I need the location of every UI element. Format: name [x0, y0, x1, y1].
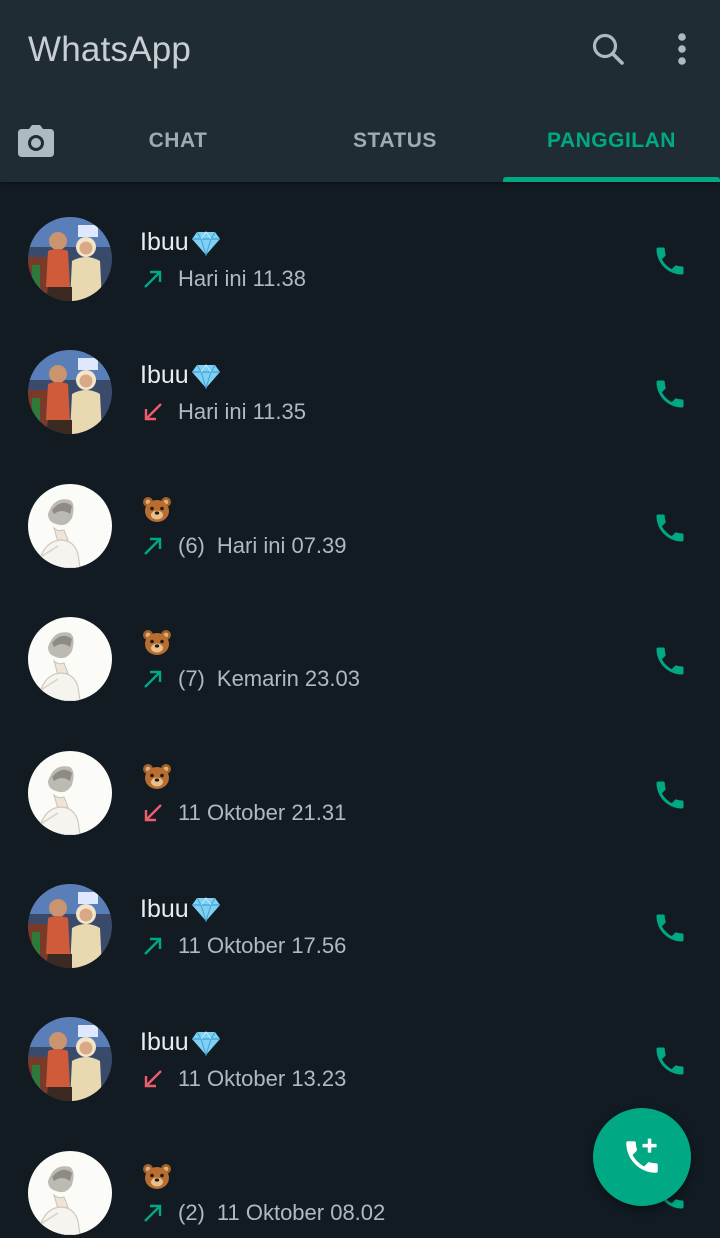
call-time: Hari ini 11.35 [178, 399, 306, 425]
voice-call-button[interactable] [650, 508, 690, 548]
call-count: (2) [178, 1199, 205, 1225]
outgoing-call-arrow-icon [142, 935, 164, 957]
outgoing-call-arrow-icon [142, 668, 164, 690]
contact-name: Ibuu [140, 228, 221, 257]
call-details: (7) Kemarin 23.03 [142, 666, 360, 692]
gem-emoji [191, 1030, 221, 1056]
phone-icon [656, 1047, 684, 1075]
phone-icon [656, 514, 684, 542]
avatar[interactable] [28, 350, 112, 435]
voice-call-button[interactable] [650, 775, 690, 815]
missed-call-arrow-icon [142, 802, 164, 824]
contact-name-text: Ibuu [140, 228, 189, 256]
bear-emoji [142, 1162, 172, 1190]
search-icon [592, 33, 624, 65]
voice-call-button[interactable] [650, 374, 690, 414]
call-count: (7) [178, 666, 205, 692]
search-button[interactable] [585, 26, 631, 72]
call-details: 11 Oktober 13.23 [142, 1066, 346, 1092]
contact-name: Ibuu [140, 895, 221, 924]
voice-call-button[interactable] [650, 908, 690, 948]
call-details: Hari ini 11.38 [142, 266, 306, 292]
bear-emoji [142, 762, 172, 790]
new-call-icon [626, 1138, 658, 1173]
call-time: 11 Oktober 13.23 [178, 1066, 347, 1092]
call-details: 11 Oktober 17.56 [142, 933, 346, 959]
more-options-icon [678, 33, 686, 65]
voice-call-button[interactable] [650, 641, 690, 681]
phone-icon [656, 380, 684, 408]
phone-icon [656, 781, 684, 809]
voice-call-button[interactable] [650, 1041, 690, 1081]
tab-calls[interactable]: PANGGILAN [503, 100, 720, 182]
call-log-item[interactable]: Ibuu Hari ini 11.38 [0, 182, 720, 315]
call-time: Hari ini 11.38 [178, 266, 306, 291]
contact-name: Ibuu [140, 361, 221, 390]
call-log-item[interactable]: (6) Hari ini 07.39 [0, 449, 720, 582]
call-details: 11 Oktober 21.31 [142, 800, 346, 826]
phone-icon [656, 647, 684, 675]
call-time: 11 Oktober 08.02 [216, 1199, 386, 1225]
contact-name [140, 762, 172, 790]
outgoing-call-arrow-icon [142, 1202, 164, 1224]
gem-emoji [191, 896, 221, 923]
avatar[interactable] [28, 617, 112, 702]
call-list[interactable]: Ibuu Hari ini 11.38 Ibuu Hari ini 11.35 … [0, 182, 720, 1238]
voice-call-button[interactable] [650, 241, 690, 281]
bear-emoji [142, 495, 172, 523]
gem-emoji [191, 363, 221, 389]
gem-emoji [191, 230, 221, 256]
call-time: 11 Oktober 17.56 [178, 932, 347, 958]
call-details: (6) Hari ini 07.39 [142, 533, 347, 559]
call-log-item[interactable]: (7) Kemarin 23.03 [0, 582, 720, 715]
call-log-item[interactable]: Ibuu 11 Oktober 13.23 [0, 982, 720, 1115]
outgoing-call-arrow-icon [142, 268, 164, 290]
more-options-button[interactable] [662, 26, 702, 72]
call-log-item[interactable]: Ibuu Hari ini 11.35 [0, 315, 720, 448]
top-app-bar: WhatsApp CHAT STATUS PANGGILAN [0, 0, 720, 182]
contact-name-text: Ibuu [140, 1028, 189, 1057]
avatar[interactable] [28, 750, 112, 835]
avatar[interactable] [28, 883, 112, 968]
contact-name [140, 1162, 172, 1190]
active-tab-indicator [503, 177, 720, 182]
contact-name-text: Ibuu [140, 361, 189, 390]
tab-camera[interactable] [0, 100, 72, 182]
contact-name [140, 628, 172, 656]
camera-icon [18, 125, 54, 157]
call-details: (2) 11 Oktober 08.02 [142, 1200, 385, 1226]
tab-status[interactable]: STATUS [287, 100, 503, 182]
outgoing-call-arrow-icon [142, 535, 164, 557]
missed-call-arrow-icon [142, 401, 164, 423]
call-count: (6) [178, 532, 205, 558]
avatar[interactable] [28, 1017, 112, 1102]
bear-emoji [142, 628, 172, 656]
tab-chat[interactable]: CHAT [72, 100, 284, 182]
app-title: WhatsApp [28, 30, 192, 69]
avatar[interactable] [28, 217, 112, 301]
avatar[interactable] [28, 1150, 112, 1235]
avatar[interactable] [28, 483, 112, 568]
new-call-button[interactable] [593, 1108, 691, 1206]
missed-call-arrow-icon [142, 1068, 164, 1090]
call-time: 11 Oktober 21.31 [178, 799, 347, 825]
phone-icon [656, 914, 684, 942]
contact-name [140, 495, 172, 523]
call-log-item[interactable]: Ibuu 11 Oktober 17.56 [0, 849, 720, 982]
call-time: Hari ini 07.39 [216, 532, 347, 558]
tab-bar: CHAT STATUS PANGGILAN [0, 100, 720, 182]
contact-name-text: Ibuu [140, 894, 189, 923]
call-time: Kemarin 23.03 [216, 666, 360, 692]
contact-name: Ibuu [140, 1028, 221, 1057]
call-details: Hari ini 11.35 [142, 399, 306, 425]
call-log-item[interactable]: 11 Oktober 21.31 [0, 716, 720, 849]
phone-icon [656, 247, 684, 275]
